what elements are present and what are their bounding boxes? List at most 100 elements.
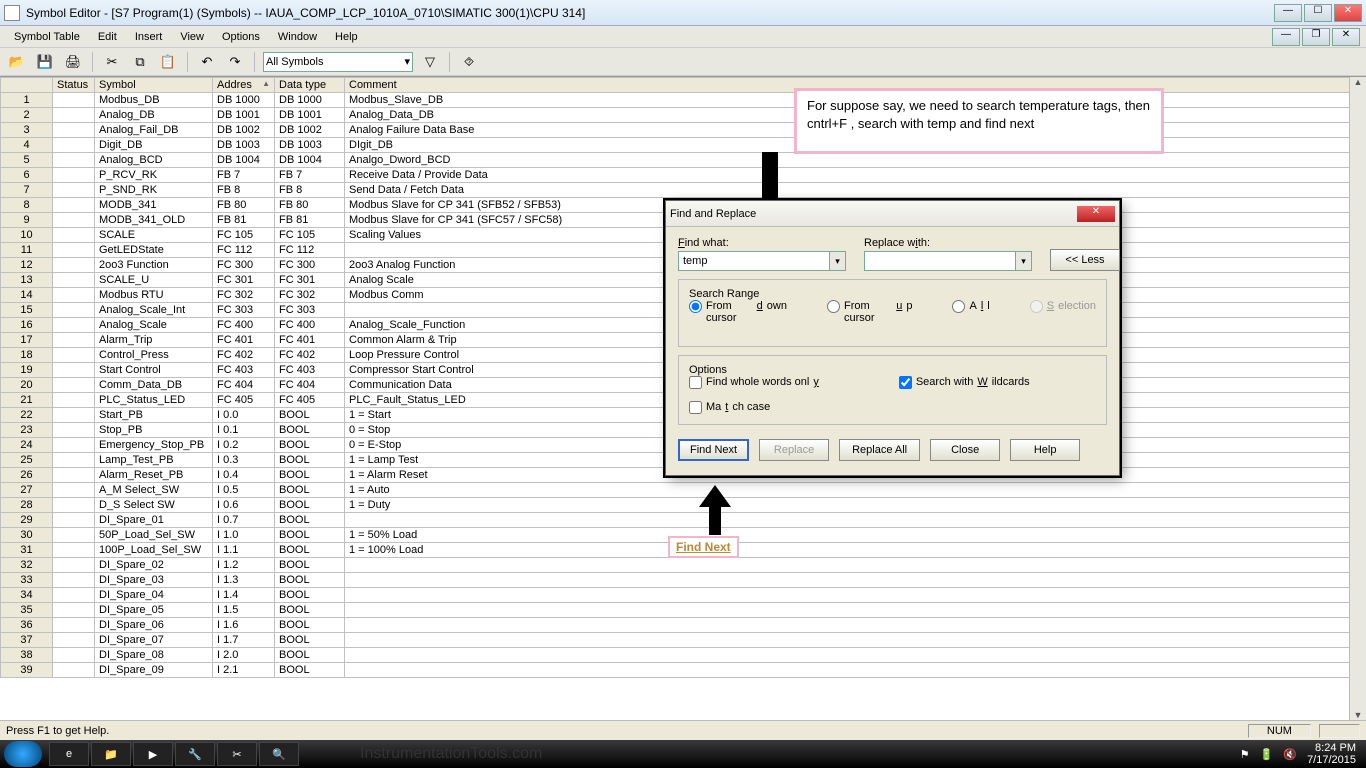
- table-row[interactable]: 5Analog_BCDDB 1004DB 1004Analgo_Dword_BC…: [1, 153, 1366, 168]
- cell-symbol[interactable]: DI_Spare_09: [95, 663, 213, 678]
- row-number[interactable]: 6: [1, 168, 53, 183]
- cell-address[interactable]: I 1.2: [213, 558, 275, 573]
- row-number[interactable]: 31: [1, 543, 53, 558]
- table-row[interactable]: 39DI_Spare_09I 2.1BOOL: [1, 663, 1366, 678]
- cell-address[interactable]: I 1.1: [213, 543, 275, 558]
- row-number[interactable]: 13: [1, 273, 53, 288]
- cell-datatype[interactable]: BOOL: [275, 663, 345, 678]
- system-clock[interactable]: 8:24 PM 7/17/2015: [1307, 742, 1356, 766]
- cell-symbol[interactable]: Analog_Scale_Int: [95, 303, 213, 318]
- replace-with-input[interactable]: [865, 252, 1015, 270]
- cell-address[interactable]: DB 1003: [213, 138, 275, 153]
- cell-symbol[interactable]: Alarm_Trip: [95, 333, 213, 348]
- col-datatype[interactable]: Data type: [275, 78, 345, 93]
- cell-comment[interactable]: [345, 573, 1366, 588]
- cell-address[interactable]: FC 112: [213, 243, 275, 258]
- chk-whole-words[interactable]: Find whole words only: [689, 376, 819, 389]
- cell-status[interactable]: [53, 648, 95, 663]
- context-help-icon[interactable]: ⯑: [458, 51, 480, 73]
- cell-address[interactable]: I 0.4: [213, 468, 275, 483]
- copy-icon[interactable]: ⧉: [129, 51, 151, 73]
- find-what-combo[interactable]: ▾: [678, 251, 846, 271]
- cell-status[interactable]: [53, 348, 95, 363]
- start-button[interactable]: [4, 741, 42, 767]
- cell-datatype[interactable]: BOOL: [275, 513, 345, 528]
- menu-edit[interactable]: Edit: [90, 29, 125, 45]
- cell-symbol[interactable]: Analog_DB: [95, 108, 213, 123]
- minimize-button[interactable]: —: [1274, 4, 1302, 22]
- cell-datatype[interactable]: DB 1001: [275, 108, 345, 123]
- cell-address[interactable]: I 1.4: [213, 588, 275, 603]
- cell-datatype[interactable]: BOOL: [275, 648, 345, 663]
- cell-address[interactable]: I 0.6: [213, 498, 275, 513]
- cell-symbol[interactable]: Alarm_Reset_PB: [95, 468, 213, 483]
- cell-status[interactable]: [53, 558, 95, 573]
- cell-status[interactable]: [53, 393, 95, 408]
- cell-status[interactable]: [53, 588, 95, 603]
- cell-symbol[interactable]: Control_Press: [95, 348, 213, 363]
- cell-datatype[interactable]: FC 301: [275, 273, 345, 288]
- cell-address[interactable]: FC 401: [213, 333, 275, 348]
- cell-status[interactable]: [53, 93, 95, 108]
- cell-symbol[interactable]: Analog_BCD: [95, 153, 213, 168]
- task-simatic[interactable]: 🔍: [259, 742, 299, 766]
- cell-symbol[interactable]: A_M Select_SW: [95, 483, 213, 498]
- cell-status[interactable]: [53, 138, 95, 153]
- row-number[interactable]: 12: [1, 258, 53, 273]
- cell-datatype[interactable]: BOOL: [275, 618, 345, 633]
- cell-status[interactable]: [53, 123, 95, 138]
- row-number[interactable]: 27: [1, 483, 53, 498]
- cell-symbol[interactable]: DI_Spare_03: [95, 573, 213, 588]
- col-address[interactable]: Addres: [213, 78, 275, 93]
- cell-datatype[interactable]: DB 1004: [275, 153, 345, 168]
- cell-symbol[interactable]: DI_Spare_06: [95, 618, 213, 633]
- cell-symbol[interactable]: Analog_Scale: [95, 318, 213, 333]
- chevron-down-icon[interactable]: ▾: [829, 252, 845, 270]
- save-icon[interactable]: 💾: [34, 51, 56, 73]
- cell-address[interactable]: FC 400: [213, 318, 275, 333]
- cell-address[interactable]: I 1.0: [213, 528, 275, 543]
- cell-symbol[interactable]: Analog_Fail_DB: [95, 123, 213, 138]
- cell-status[interactable]: [53, 603, 95, 618]
- paste-icon[interactable]: 📋: [157, 51, 179, 73]
- row-number[interactable]: 10: [1, 228, 53, 243]
- cell-status[interactable]: [53, 573, 95, 588]
- cell-symbol[interactable]: Emergency_Stop_PB: [95, 438, 213, 453]
- dialog-close-button[interactable]: ✕: [1077, 206, 1115, 222]
- close-button[interactable]: ✕: [1334, 4, 1362, 22]
- mdi-minimize-button[interactable]: —: [1272, 28, 1300, 46]
- cell-status[interactable]: [53, 378, 95, 393]
- cell-address[interactable]: I 1.5: [213, 603, 275, 618]
- radio-all[interactable]: All: [952, 300, 989, 336]
- mdi-restore-button[interactable]: ❐: [1302, 28, 1330, 46]
- table-row[interactable]: 32DI_Spare_02I 1.2BOOL: [1, 558, 1366, 573]
- row-number[interactable]: 15: [1, 303, 53, 318]
- cell-address[interactable]: FC 404: [213, 378, 275, 393]
- cell-comment[interactable]: [345, 618, 1366, 633]
- cell-datatype[interactable]: FB 7: [275, 168, 345, 183]
- row-number[interactable]: 23: [1, 423, 53, 438]
- row-number[interactable]: 38: [1, 648, 53, 663]
- cell-address[interactable]: I 1.3: [213, 573, 275, 588]
- cell-symbol[interactable]: Start_PB: [95, 408, 213, 423]
- menu-options[interactable]: Options: [214, 29, 268, 45]
- cell-status[interactable]: [53, 528, 95, 543]
- cell-datatype[interactable]: BOOL: [275, 603, 345, 618]
- vertical-scrollbar[interactable]: [1349, 77, 1366, 720]
- cell-datatype[interactable]: DB 1000: [275, 93, 345, 108]
- task-app1[interactable]: 🔧: [175, 742, 215, 766]
- cell-address[interactable]: I 0.7: [213, 513, 275, 528]
- cell-datatype[interactable]: FC 303: [275, 303, 345, 318]
- find-next-button[interactable]: Find Next: [678, 439, 749, 461]
- cell-symbol[interactable]: DI_Spare_04: [95, 588, 213, 603]
- cell-comment[interactable]: [345, 588, 1366, 603]
- row-number[interactable]: 1: [1, 93, 53, 108]
- row-number[interactable]: 33: [1, 573, 53, 588]
- row-number[interactable]: 2: [1, 108, 53, 123]
- table-row[interactable]: 7P_SND_RKFB 8FB 8Send Data / Fetch Data: [1, 183, 1366, 198]
- cell-datatype[interactable]: FC 404: [275, 378, 345, 393]
- cell-symbol[interactable]: Start Control: [95, 363, 213, 378]
- tray-volume-icon[interactable]: 🔇: [1283, 748, 1297, 761]
- row-number[interactable]: 25: [1, 453, 53, 468]
- cell-symbol[interactable]: SCALE: [95, 228, 213, 243]
